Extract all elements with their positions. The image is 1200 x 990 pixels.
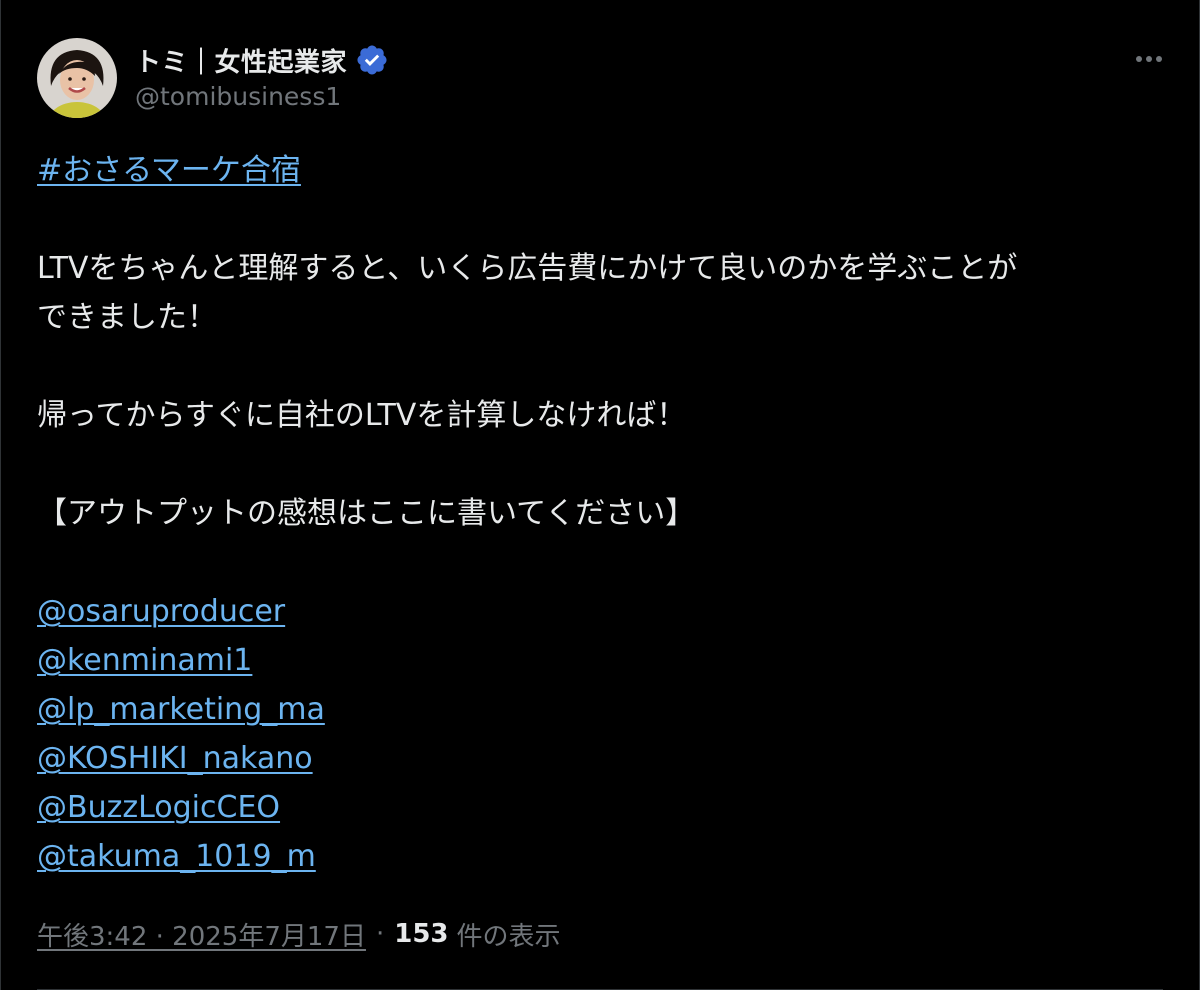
author-handle[interactable]: @tomibusiness1	[135, 82, 341, 111]
timestamp-link[interactable]: 午後3:42 · 2025年7月17日	[37, 916, 366, 953]
views-count: 153	[394, 919, 449, 949]
hashtag-link[interactable]: #おさるマーケ合宿	[37, 153, 301, 188]
more-options-button[interactable]	[1127, 44, 1171, 74]
verified-badge-icon[interactable]	[355, 43, 389, 77]
tweet-line: 【アウトプットの感想はここに書いてください】	[37, 496, 696, 531]
tweet-line: 帰ってからすぐに自社のLTVを計算しなければ！	[37, 398, 687, 433]
avatar[interactable]	[37, 38, 117, 118]
tweet-card: トミ｜女性起業家 @tomibusiness1 #おさるマーケ合宿 LTVをちゃ…	[0, 0, 1200, 990]
mention-link[interactable]: @takuma_1019_m	[37, 839, 316, 874]
views-label: 件の表示	[456, 921, 561, 952]
avatar-image	[37, 38, 117, 118]
meta-separator: ·	[375, 919, 385, 949]
mention-link[interactable]: @KOSHIKI_nakano	[37, 741, 313, 776]
tweet-line: できました！	[37, 300, 217, 335]
mention-link[interactable]: @kenminami1	[37, 643, 252, 678]
mention-link[interactable]: @BuzzLogicCEO	[37, 790, 280, 825]
tweet-line: LTVをちゃんと理解すると、いくら広告費にかけて良いのかを学ぶことが	[37, 251, 1018, 286]
tweet-text: #おさるマーケ合宿 LTVをちゃんと理解すると、いくら広告費にかけて良いのかを学…	[37, 146, 1167, 881]
mention-link[interactable]: @osaruproducer	[37, 594, 285, 629]
mention-link[interactable]: @lp_marketing_ma	[37, 692, 325, 727]
tweet-meta: 午後3:42 · 2025年7月17日 · 153 件の表示	[37, 912, 561, 956]
more-horizontal-icon	[1136, 56, 1162, 62]
author-name-row[interactable]: トミ｜女性起業家	[135, 40, 389, 80]
author-display-name[interactable]: トミ｜女性起業家	[135, 42, 347, 79]
